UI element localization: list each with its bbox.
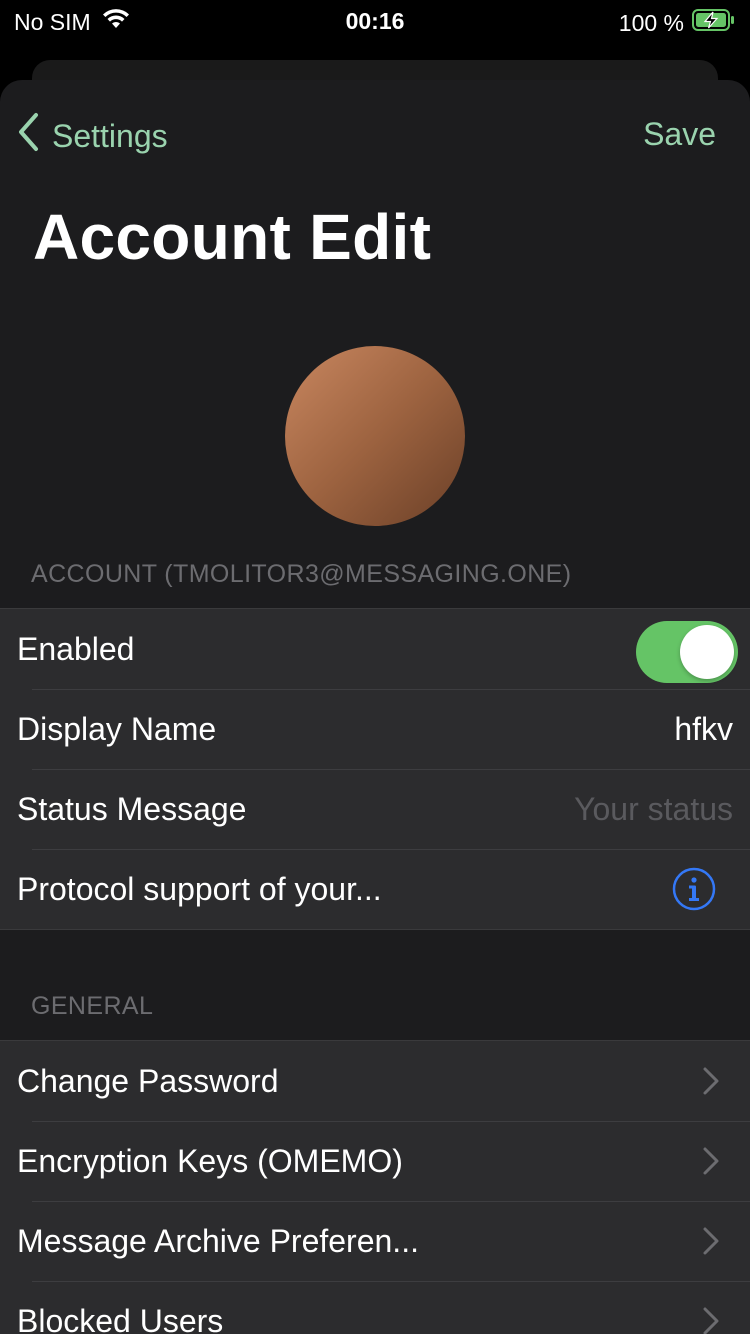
page-title: Account Edit bbox=[33, 201, 432, 273]
account-edit-sheet: Settings Save Account Edit ACCOUNT (TMOL… bbox=[0, 80, 750, 1334]
display-name-label: Display Name bbox=[17, 710, 217, 747]
save-button[interactable]: Save bbox=[643, 116, 716, 153]
list-item-encryption-keys[interactable]: Encryption Keys (OMEMO) bbox=[0, 1121, 750, 1201]
avatar[interactable] bbox=[285, 346, 465, 526]
back-button-label: Settings bbox=[52, 117, 168, 154]
general-section-header: GENERAL bbox=[31, 992, 154, 1020]
chevron-right-icon bbox=[702, 1226, 720, 1256]
list-item-label: Change Password bbox=[17, 1062, 279, 1099]
toggle-knob bbox=[680, 625, 734, 679]
status-message-input[interactable] bbox=[473, 790, 733, 828]
status-message-row[interactable]: Status Message bbox=[0, 769, 750, 849]
status-right: 100 % bbox=[619, 8, 736, 38]
enabled-row: Enabled bbox=[0, 609, 750, 689]
display-name-value[interactable]: hfkv bbox=[674, 711, 733, 748]
general-group: Change Password Encryption Keys (OMEMO) … bbox=[0, 1040, 750, 1334]
back-button[interactable]: Settings bbox=[16, 112, 168, 160]
screen: No SIM 00:16 100 % Settings Save Account… bbox=[0, 0, 750, 1334]
chevron-right-icon bbox=[702, 1306, 720, 1334]
chevron-right-icon bbox=[702, 1146, 720, 1176]
enabled-label: Enabled bbox=[17, 630, 135, 667]
list-item-label: Message Archive Preferen... bbox=[17, 1222, 419, 1259]
list-item-change-password[interactable]: Change Password bbox=[0, 1041, 750, 1121]
list-item-label: Blocked Users bbox=[17, 1302, 224, 1334]
status-message-label: Status Message bbox=[17, 790, 247, 827]
info-icon[interactable] bbox=[672, 867, 716, 911]
navigation-bar: Settings Save bbox=[0, 80, 750, 190]
battery-percent: 100 % bbox=[618, 9, 684, 36]
status-bar: No SIM 00:16 100 % bbox=[0, 0, 750, 44]
protocol-support-row[interactable]: Protocol support of your... bbox=[0, 849, 750, 929]
account-group: Enabled Display Name hfkv Status Message… bbox=[0, 608, 750, 930]
battery-charging-icon bbox=[692, 8, 736, 38]
display-name-row[interactable]: Display Name hfkv bbox=[0, 689, 750, 769]
enabled-toggle[interactable] bbox=[636, 621, 738, 683]
account-section-header: ACCOUNT (TMOLITOR3@MESSAGING.ONE) bbox=[31, 560, 572, 588]
list-item-blocked-users[interactable]: Blocked Users bbox=[0, 1281, 750, 1334]
list-item-label: Encryption Keys (OMEMO) bbox=[17, 1142, 403, 1179]
list-item-message-archive[interactable]: Message Archive Preferen... bbox=[0, 1201, 750, 1281]
chevron-right-icon bbox=[702, 1066, 720, 1096]
back-chevron-icon bbox=[16, 112, 40, 160]
protocol-support-label: Protocol support of your... bbox=[17, 870, 382, 907]
